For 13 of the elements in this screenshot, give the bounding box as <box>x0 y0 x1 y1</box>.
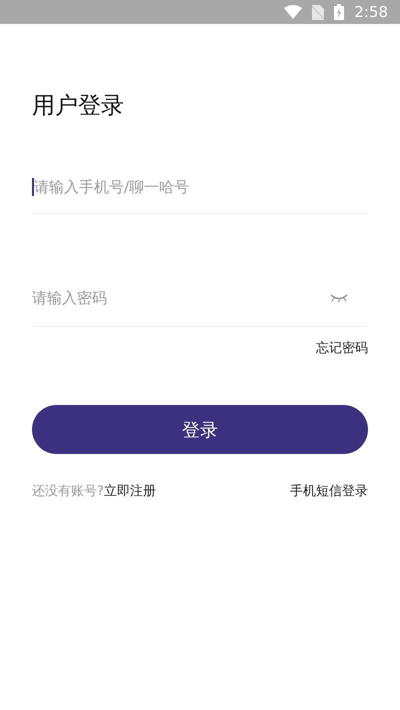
sms-login-link[interactable]: 手机短信登录 <box>290 482 368 500</box>
register-link[interactable]: 立即注册 <box>104 482 156 500</box>
password-input-field[interactable]: 请输入密码 <box>32 289 330 307</box>
login-button[interactable]: 登录 <box>32 405 368 454</box>
register-prompt: 还没有账号? <box>32 483 104 500</box>
battery-charging-icon <box>334 4 344 20</box>
forgot-password-link[interactable]: 忘记密码 <box>316 339 368 357</box>
eye-closed-icon[interactable] <box>330 293 348 303</box>
wifi-icon <box>284 5 302 19</box>
status-time: 2:58 <box>354 3 388 21</box>
phone-input-field[interactable]: 请输入手机号/聊一哈号 <box>34 178 368 196</box>
page-title: 用户登录 <box>32 92 124 121</box>
no-sim-icon <box>312 4 324 20</box>
